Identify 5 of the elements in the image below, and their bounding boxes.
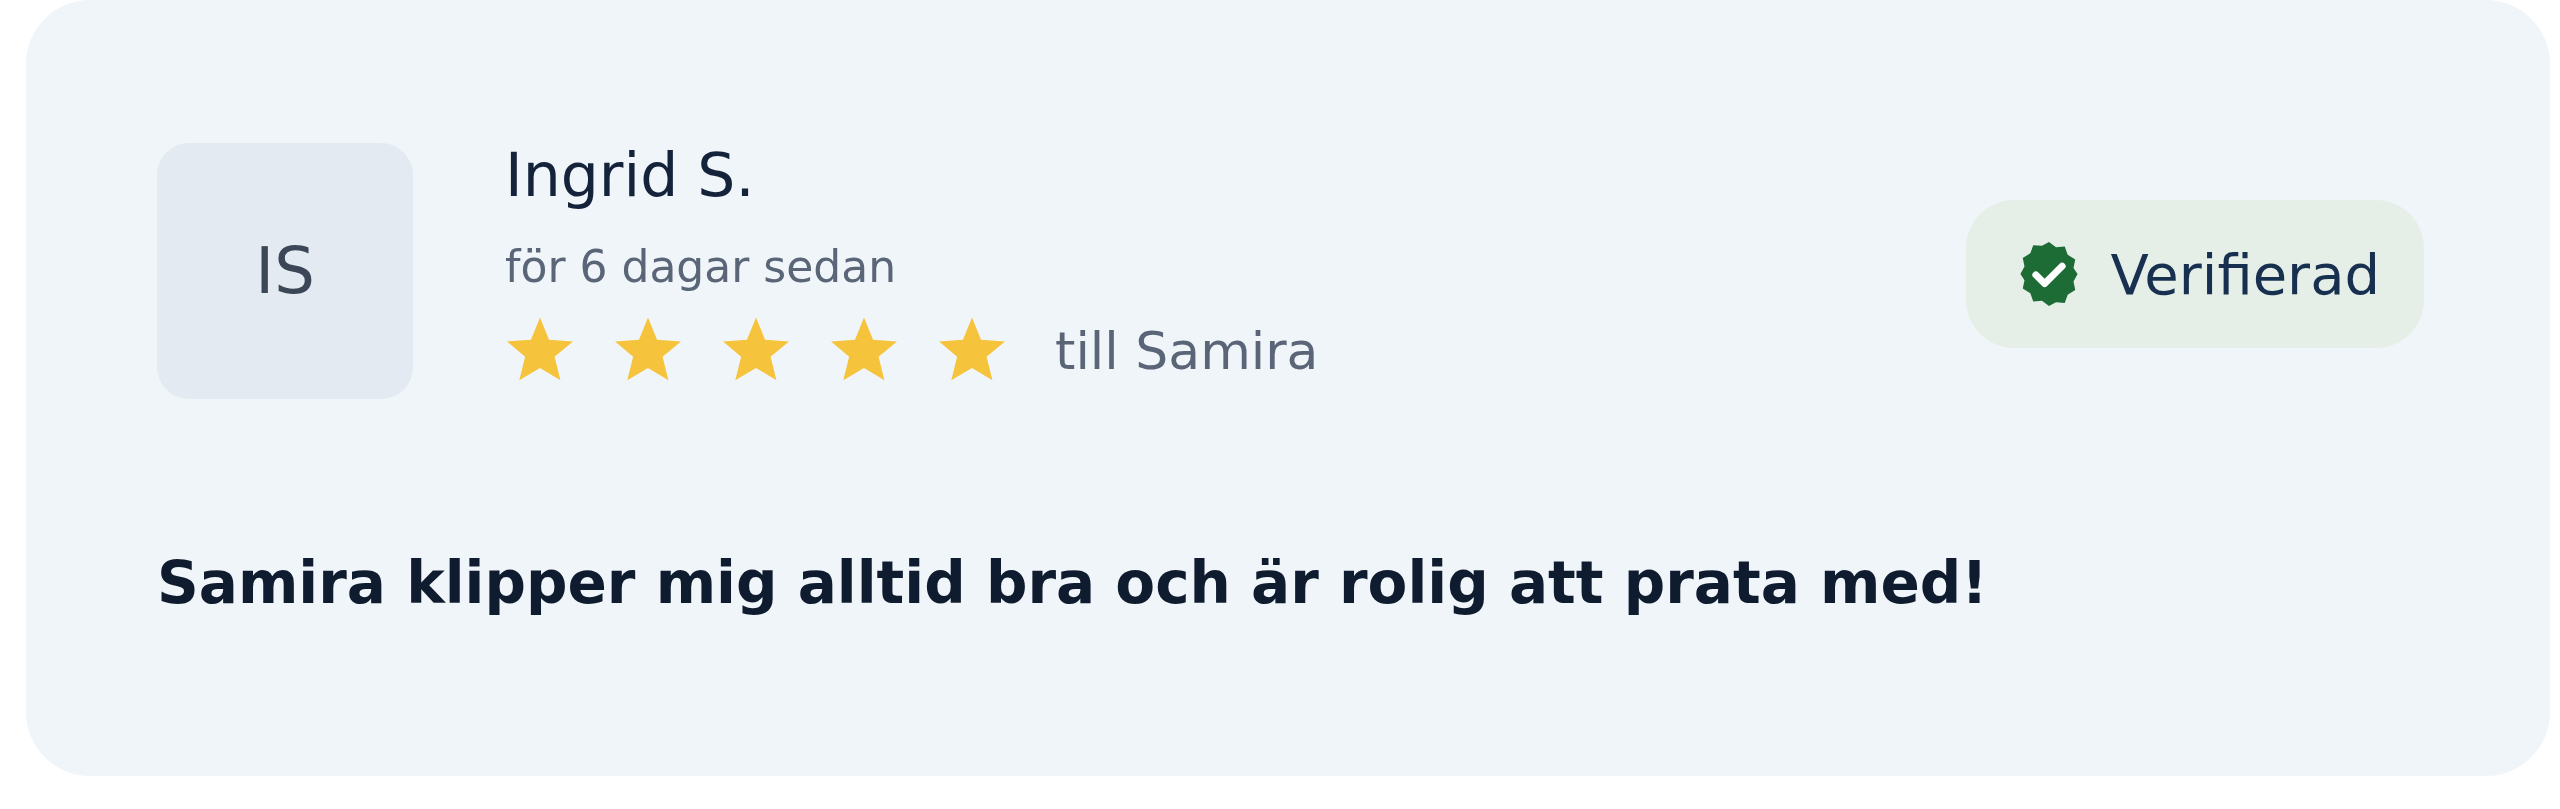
avatar: IS [157, 143, 413, 399]
review-text: Samira klipper mig alltid bra och är rolig att prata med! [157, 549, 1989, 617]
recipient-label: till Samira [1055, 321, 1319, 381]
review-time: för 6 dagar sedan [505, 245, 898, 289]
verified-badge: Verifierad [1966, 200, 2424, 348]
